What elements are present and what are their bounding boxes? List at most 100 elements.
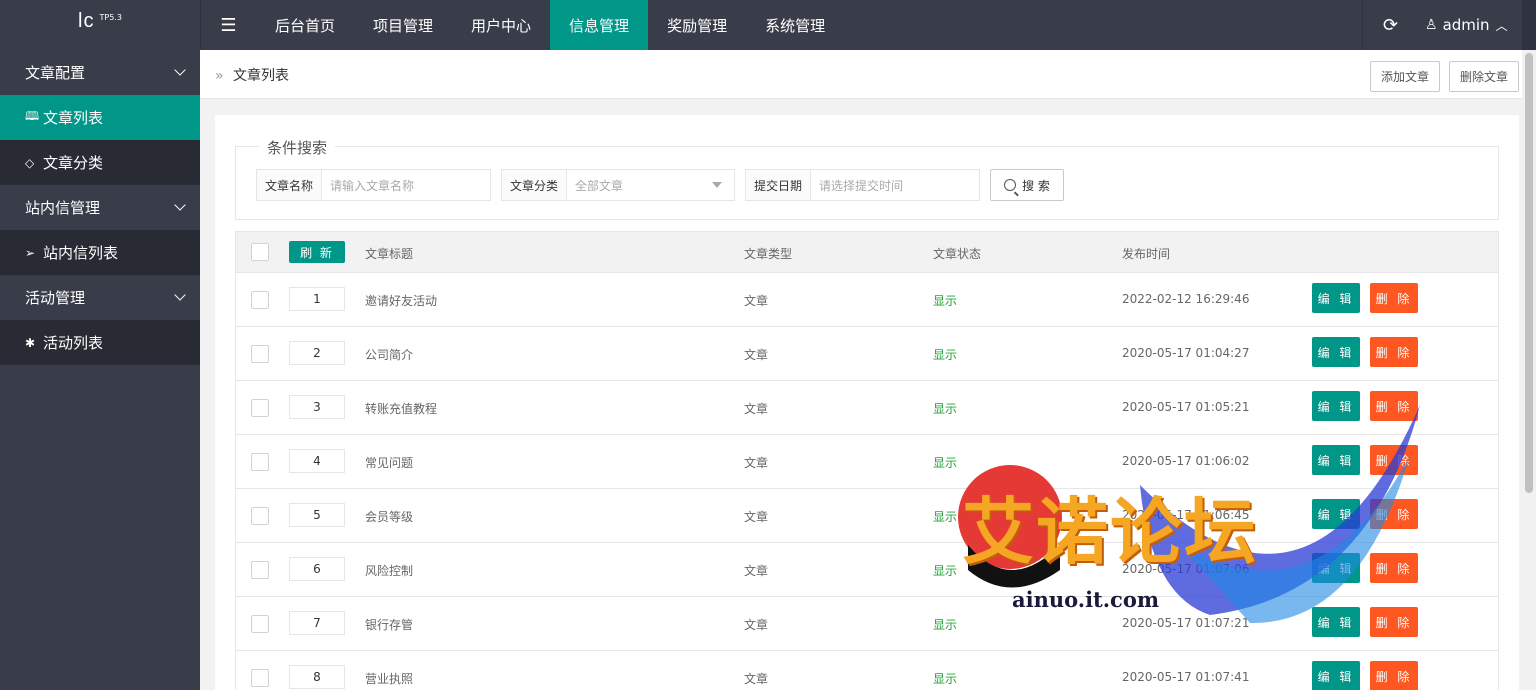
sidebar-item-message-manage[interactable]: 站内信管理 [0, 185, 200, 230]
chevron-down-icon [174, 199, 186, 211]
row-title: 营业执照 [365, 672, 414, 686]
scrollbar-thumb[interactable] [1525, 53, 1533, 493]
row-status: 显示 [933, 672, 958, 686]
sidebar-item-activity-list[interactable]: ✱ 活动列表 [0, 320, 200, 365]
table-body: 1 邀请好友活动 文章 显示 2022-02-12 16:29:46 编 辑删 除 2 公司简… [235, 273, 1499, 690]
edit-button[interactable]: 编 辑 [1312, 553, 1360, 583]
refresh-icon[interactable]: ⟳ [1362, 0, 1418, 50]
app-logo[interactable]: lc TP5.3 [0, 0, 200, 50]
delete-button[interactable]: 删 除 [1370, 445, 1418, 475]
search-button-label: 搜 索 [1022, 178, 1050, 193]
row-checkbox[interactable] [251, 453, 269, 471]
row-checkbox[interactable] [251, 399, 269, 417]
row-type: 文章 [744, 402, 769, 416]
edit-button[interactable]: 编 辑 [1312, 283, 1360, 313]
delete-button[interactable]: 删 除 [1370, 391, 1418, 421]
row-checkbox[interactable] [251, 291, 269, 309]
row-checkbox[interactable] [251, 669, 269, 687]
add-article-button[interactable]: 添加文章 [1370, 61, 1441, 92]
row-index: 1 [289, 287, 345, 311]
table-row: 2 公司简介 文章 显示 2020-05-17 01:04:27 编 辑删 除 [235, 327, 1499, 381]
activity-icon: ✱ [25, 335, 36, 350]
row-index: 6 [289, 557, 345, 581]
row-type: 文章 [744, 618, 769, 632]
row-index: 5 [289, 503, 345, 527]
submit-date-input[interactable]: 请选择提交时间 [811, 170, 979, 200]
row-title: 公司简介 [365, 348, 414, 362]
column-time: 发布时间 [1122, 247, 1171, 261]
row-status: 显示 [933, 456, 958, 470]
row-time: 2020-05-17 01:07:06 [1122, 562, 1250, 576]
column-title: 文章标题 [365, 247, 414, 261]
row-status: 显示 [933, 564, 958, 578]
article-name-group: 文章名称 请输入文章名称 [256, 169, 491, 201]
nav-item-rewards[interactable]: 奖励管理 [648, 0, 746, 50]
sidebar-item-label: 活动列表 [43, 334, 104, 352]
sidebar-item-label: 站内信管理 [25, 199, 101, 217]
row-checkbox[interactable] [251, 507, 269, 525]
search-icon [1004, 179, 1017, 191]
row-status: 显示 [933, 294, 958, 308]
row-type: 文章 [744, 456, 769, 470]
sidebar-item-article-category[interactable]: ◇ 文章分类 [0, 140, 200, 185]
row-time: 2020-05-17 01:06:02 [1122, 454, 1250, 468]
sidebar-item-article-config[interactable]: 文章配置 [0, 50, 200, 95]
row-title: 风险控制 [365, 564, 414, 578]
breadcrumb-current[interactable]: 文章列表 [233, 68, 289, 84]
row-checkbox[interactable] [251, 615, 269, 633]
edit-button[interactable]: 编 辑 [1312, 337, 1360, 367]
delete-button[interactable]: 删 除 [1370, 337, 1418, 367]
edit-button[interactable]: 编 辑 [1312, 607, 1360, 637]
breadcrumb-separator: » [215, 68, 224, 84]
user-menu[interactable]: ♙ admin ︿ [1425, 0, 1508, 50]
row-title: 会员等级 [365, 510, 414, 524]
nav-item-home[interactable]: 后台首页 [256, 0, 354, 50]
row-checkbox[interactable] [251, 345, 269, 363]
row-status: 显示 [933, 510, 958, 524]
edit-button[interactable]: 编 辑 [1312, 391, 1360, 421]
column-type: 文章类型 [744, 247, 793, 261]
edit-button[interactable]: 编 辑 [1312, 445, 1360, 475]
row-checkbox[interactable] [251, 561, 269, 579]
sidebar-item-label: 文章配置 [25, 64, 86, 82]
sidebar-item-activity-manage[interactable]: 活动管理 [0, 275, 200, 320]
breadcrumb-bar: » 文章列表 添加文章 删除文章 [200, 50, 1522, 99]
top-header: lc TP5.3 ☰ 后台首页 项目管理 用户中心 信息管理 奖励管理 系统管理… [0, 0, 1536, 50]
edit-button[interactable]: 编 辑 [1312, 661, 1360, 690]
table-row: 7 银行存管 文章 显示 2020-05-17 01:07:21 编 辑删 除 [235, 597, 1499, 651]
row-time: 2020-05-17 01:07:21 [1122, 616, 1250, 630]
header-scroll-gutter [1522, 0, 1536, 50]
vertical-scrollbar[interactable] [1522, 50, 1536, 690]
edit-button[interactable]: 编 辑 [1312, 499, 1360, 529]
select-all-checkbox[interactable] [251, 243, 269, 261]
sidebar-item-message-list[interactable]: ➢ 站内信列表 [0, 230, 200, 275]
nav-item-system[interactable]: 系统管理 [746, 0, 844, 50]
sidebar-item-label: 文章列表 [43, 109, 104, 127]
article-name-input[interactable]: 请输入文章名称 [322, 170, 490, 200]
delete-button[interactable]: 删 除 [1370, 661, 1418, 690]
delete-article-button[interactable]: 删除文章 [1449, 61, 1520, 92]
article-category-select[interactable]: 全部文章 [567, 170, 734, 200]
menu-toggle-icon[interactable]: ☰ [200, 0, 256, 50]
nav-item-users[interactable]: 用户中心 [452, 0, 550, 50]
chevron-up-icon: ︿ [1495, 18, 1508, 33]
row-title: 转账充值教程 [365, 402, 438, 416]
table-row: 1 邀请好友活动 文章 显示 2022-02-12 16:29:46 编 辑删 除 [235, 273, 1499, 327]
search-button[interactable]: 搜 索 [990, 169, 1064, 201]
row-status: 显示 [933, 618, 958, 632]
delete-button[interactable]: 删 除 [1370, 607, 1418, 637]
refresh-button[interactable]: 刷 新 [289, 241, 345, 263]
delete-button[interactable]: 删 除 [1370, 283, 1418, 313]
delete-button[interactable]: 删 除 [1370, 553, 1418, 583]
row-time: 2022-02-12 16:29:46 [1122, 292, 1250, 306]
nav-item-info[interactable]: 信息管理 [550, 0, 649, 50]
breadcrumb: » 文章列表 [215, 65, 289, 85]
nav-item-projects[interactable]: 项目管理 [354, 0, 452, 50]
row-time: 2020-05-17 01:05:21 [1122, 400, 1250, 414]
row-title: 常见问题 [365, 456, 414, 470]
delete-button[interactable]: 删 除 [1370, 499, 1418, 529]
row-type: 文章 [744, 348, 769, 362]
sidebar-item-article-list[interactable]: 🕮 文章列表 [0, 95, 200, 140]
table-row: 5 会员等级 文章 显示 2020-05-17 01:06:45 编 辑删 除 [235, 489, 1499, 543]
article-category-label: 文章分类 [502, 170, 568, 200]
